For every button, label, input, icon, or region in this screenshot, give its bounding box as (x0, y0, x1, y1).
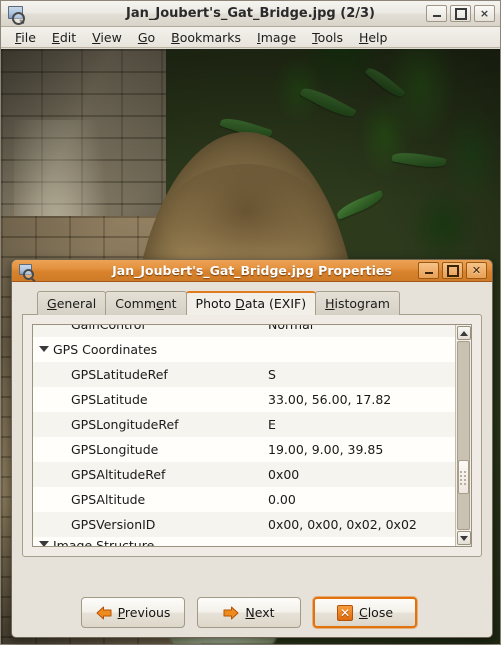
exif-key: GPSLatitude (71, 392, 148, 407)
previous-button-label: Previous (117, 605, 171, 620)
dialog-titlebar[interactable]: Jan_Joubert's_Gat_Bridge.jpg Properties … (12, 260, 492, 282)
table-row-group[interactable]: Image Structure (33, 537, 455, 546)
scrollbar-trough[interactable] (457, 341, 470, 530)
exif-key: GainControl (71, 325, 268, 332)
exif-key: GPSAltitudeRef (71, 467, 166, 482)
next-button[interactable]: Next (197, 597, 301, 628)
exif-list[interactable]: GainControl Normal GPS Coordinates GPSLa… (33, 325, 455, 546)
exif-key: GPSAltitude (71, 492, 146, 507)
tab-strip: General Comment Photo Data (EXIF) Histog… (22, 291, 482, 315)
table-row[interactable]: GPSAltitudeRef 0x00 (33, 462, 455, 487)
exif-key: GPSLongitudeRef (71, 417, 179, 432)
tab-general[interactable]: General (37, 291, 107, 315)
close-button-label: Close (358, 605, 394, 620)
close-x-icon: ✕ (336, 604, 353, 621)
tab-comment[interactable]: Comment (105, 291, 187, 315)
dialog-window-controls: ✕ (418, 262, 487, 279)
menu-image[interactable]: Image (249, 28, 304, 47)
table-row[interactable]: GPSAltitude 0.00 (33, 487, 455, 512)
tab-histogram[interactable]: Histogram (315, 291, 400, 315)
table-row[interactable]: GPSVersionID 0x00, 0x00, 0x02, 0x02 (33, 512, 455, 537)
menu-tools[interactable]: Tools (304, 28, 351, 47)
previous-button[interactable]: Previous (81, 597, 185, 628)
main-window-controls: × (426, 5, 495, 22)
menubar: File Edit View Go Bookmarks Image Tools … (1, 27, 500, 48)
scroll-up-button[interactable] (457, 326, 471, 340)
image-viewer-icon (17, 262, 37, 282)
exif-scrollbar[interactable] (455, 325, 471, 546)
exif-value: 0x00 (268, 467, 300, 482)
arrow-left-icon (96, 606, 112, 620)
exif-value: 33.00, 56.00, 17.82 (268, 392, 392, 407)
table-row[interactable]: GPSLatitudeRef S (33, 362, 455, 387)
main-window-titlebar[interactable]: Jan_Joubert's_Gat_Bridge.jpg (2/3) × (1, 1, 500, 27)
table-row[interactable]: GPSLongitude 19.00, 9.00, 39.85 (33, 437, 455, 462)
exif-list-box: GainControl Normal GPS Coordinates GPSLa… (32, 324, 472, 547)
dialog-button-row: Previous Next ✕ Close (12, 597, 492, 628)
exif-value: E (268, 417, 276, 432)
menu-view[interactable]: View (84, 28, 130, 47)
image-viewer-icon (6, 4, 28, 25)
close-button[interactable]: ✕ Close (313, 597, 417, 628)
table-row[interactable]: GPSLatitude 33.00, 56.00, 17.82 (33, 387, 455, 412)
table-row-group[interactable]: GPS Coordinates (33, 337, 455, 362)
exif-key: GPSLongitude (71, 442, 159, 457)
scrollbar-thumb[interactable] (458, 460, 469, 494)
exif-value: S (268, 367, 276, 382)
table-row[interactable]: GPSLongitudeRef E (33, 412, 455, 437)
grip-icon (459, 469, 468, 485)
exif-key: GPSLatitudeRef (71, 367, 168, 382)
minimize-button[interactable] (426, 5, 447, 22)
menu-go[interactable]: Go (130, 28, 163, 47)
tab-panel-photo-data: GainControl Normal GPS Coordinates GPSLa… (22, 314, 482, 557)
arrow-right-icon (223, 606, 239, 620)
menu-file[interactable]: File (7, 28, 44, 47)
dialog-body: General Comment Photo Data (EXIF) Histog… (12, 282, 492, 637)
maximize-button[interactable] (450, 5, 471, 22)
close-button[interactable]: × (474, 5, 495, 22)
chevron-down-icon[interactable] (37, 540, 51, 546)
tab-photo-data-exif[interactable]: Photo Data (EXIF) (185, 291, 317, 315)
menu-edit[interactable]: Edit (44, 28, 84, 47)
scroll-down-button[interactable] (457, 531, 471, 545)
exif-key: GPSVersionID (71, 517, 156, 532)
main-window: Jan_Joubert's_Gat_Bridge.jpg (2/3) × Fil… (0, 0, 501, 645)
exif-value: 0.00 (268, 492, 296, 507)
dialog-close-button[interactable]: ✕ (466, 262, 487, 279)
exif-value: 0x00, 0x00, 0x02, 0x02 (268, 517, 417, 532)
chevron-down-icon[interactable] (37, 345, 51, 355)
menu-help[interactable]: Help (351, 28, 396, 47)
properties-dialog: Jan_Joubert's_Gat_Bridge.jpg Properties … (11, 259, 493, 638)
table-row[interactable]: GainControl Normal (33, 325, 455, 337)
dialog-maximize-button[interactable] (442, 262, 463, 279)
exif-value: Normal (268, 325, 313, 332)
menu-bookmarks[interactable]: Bookmarks (163, 28, 249, 47)
exif-key: GPS Coordinates (53, 342, 158, 357)
exif-value: 19.00, 9.00, 39.85 (268, 442, 384, 457)
dialog-minimize-button[interactable] (418, 262, 439, 279)
exif-key: Image Structure (53, 537, 155, 547)
next-button-label: Next (245, 605, 275, 620)
